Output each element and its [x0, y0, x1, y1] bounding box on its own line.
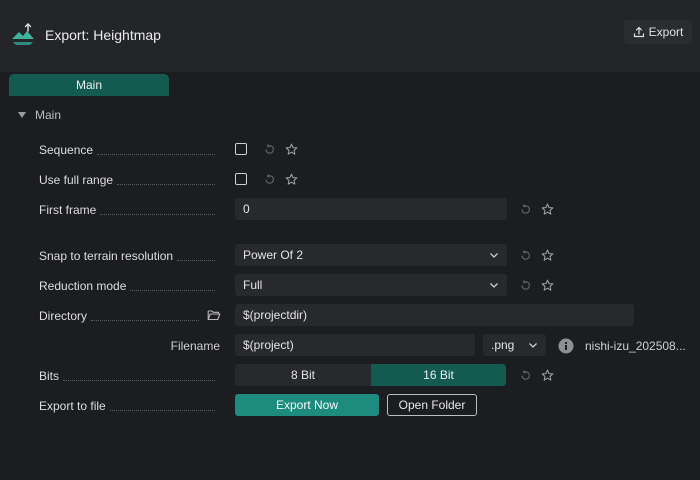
sequence-label: Sequence: [39, 143, 94, 157]
leader-dots: [109, 409, 215, 411]
section-header-main[interactable]: Main: [18, 108, 61, 122]
info-icon[interactable]: [558, 338, 574, 354]
use-full-range-checkbox[interactable]: [235, 173, 247, 185]
row-label-sequence: Sequence: [39, 142, 215, 158]
reset-icon[interactable]: [518, 202, 532, 216]
row-label-directory: Directory: [39, 308, 199, 324]
reset-icon[interactable]: [262, 142, 276, 156]
row-label-bits: Bits: [39, 368, 215, 384]
use-full-range-label: Use full range: [39, 173, 114, 187]
row-label-reduction-mode: Reduction mode: [39, 278, 215, 294]
reset-icon[interactable]: [518, 278, 532, 292]
favorite-star-icon[interactable]: [540, 368, 554, 382]
first-frame-input[interactable]: 0: [235, 198, 507, 220]
bits-option-8[interactable]: 8 Bit: [235, 364, 371, 386]
filename-input[interactable]: $(project): [235, 334, 475, 356]
chevron-down-icon: [490, 283, 498, 288]
terrain-logo-icon: [12, 23, 34, 45]
reduction-mode-select-value: Full: [243, 278, 263, 292]
filename-label: Filename: [170, 339, 220, 353]
row-label-export-to-file: Export to file: [39, 398, 215, 414]
snap-label: Snap to terrain resolution: [39, 249, 174, 263]
leader-dots: [91, 319, 199, 321]
snap-select[interactable]: Power Of 2: [235, 244, 507, 266]
leader-dots: [100, 213, 215, 215]
leader-dots: [97, 153, 215, 155]
directory-input[interactable]: $(projectdir): [235, 304, 634, 326]
export-now-button[interactable]: Export Now: [235, 394, 379, 416]
filename-preview: nishi-izu_202508...: [585, 339, 686, 353]
folder-open-icon[interactable]: [207, 308, 221, 322]
reset-icon[interactable]: [262, 172, 276, 186]
export-button-label: Export: [648, 25, 684, 39]
row-label-first-frame: First frame: [39, 202, 215, 218]
chevron-down-icon: [490, 253, 498, 258]
upload-icon: [633, 26, 644, 38]
open-folder-button[interactable]: Open Folder: [387, 394, 477, 416]
leader-dots: [117, 183, 215, 185]
reset-icon[interactable]: [518, 248, 532, 262]
leader-dots: [63, 379, 215, 381]
first-frame-label: First frame: [39, 203, 97, 217]
favorite-star-icon[interactable]: [540, 278, 554, 292]
leader-dots: [130, 289, 215, 291]
directory-label: Directory: [39, 309, 88, 323]
reduction-mode-label: Reduction mode: [39, 279, 127, 293]
reduction-mode-select[interactable]: Full: [235, 274, 507, 296]
chevron-down-icon: [529, 343, 537, 348]
extension-select-value: .png: [491, 338, 515, 352]
leader-dots: [177, 259, 215, 261]
collapse-triangle-icon[interactable]: [18, 112, 26, 118]
favorite-star-icon[interactable]: [540, 202, 554, 216]
export-button[interactable]: Export: [624, 20, 692, 44]
favorite-star-icon[interactable]: [540, 248, 554, 262]
favorite-star-icon[interactable]: [284, 172, 298, 186]
tab-main[interactable]: Main: [9, 74, 169, 96]
favorite-star-icon[interactable]: [284, 142, 298, 156]
bits-label: Bits: [39, 369, 60, 383]
export-to-file-label: Export to file: [39, 399, 106, 413]
snap-select-value: Power Of 2: [243, 248, 304, 262]
reset-icon[interactable]: [518, 368, 532, 382]
bits-option-16[interactable]: 16 Bit: [371, 364, 506, 386]
dialog-title: Export: Heightmap: [45, 27, 161, 43]
extension-select[interactable]: .png: [483, 334, 546, 356]
row-label-snap: Snap to terrain resolution: [39, 248, 215, 264]
section-title: Main: [35, 108, 62, 122]
sequence-checkbox[interactable]: [235, 143, 247, 155]
row-label-use-full-range: Use full range: [39, 172, 215, 188]
